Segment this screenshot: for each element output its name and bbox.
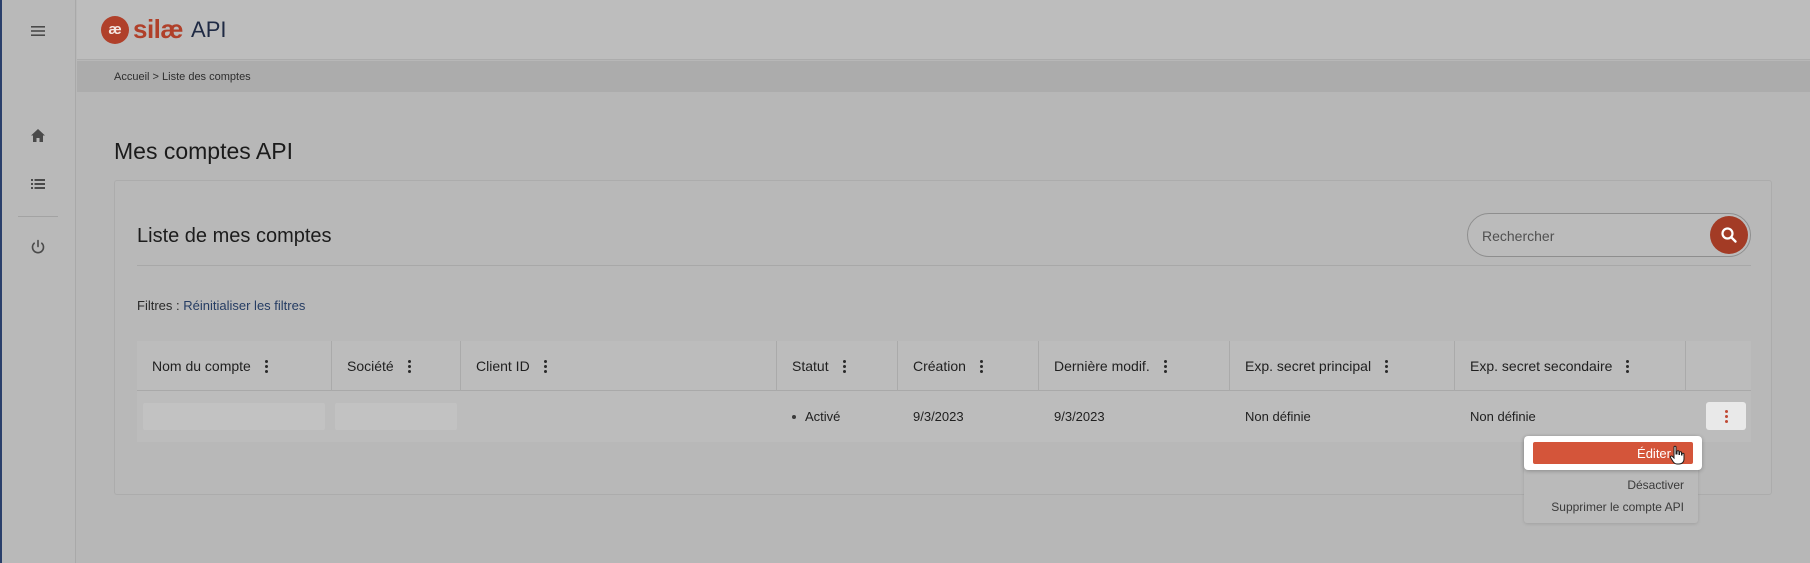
row-actions-button[interactable] bbox=[1706, 402, 1746, 430]
status-text: Activé bbox=[805, 409, 841, 424]
silae-logo[interactable]: æ silæ API bbox=[101, 14, 227, 45]
column-label: Client ID bbox=[476, 358, 530, 374]
column-header-nom-du-compte[interactable]: Nom du compte bbox=[137, 341, 331, 391]
cell-exp-secret-secondaire: Non définie bbox=[1470, 409, 1536, 424]
status-dot bbox=[792, 414, 796, 419]
list-icon[interactable] bbox=[26, 172, 50, 196]
column-label: Statut bbox=[792, 358, 829, 374]
cell-societe bbox=[335, 403, 457, 430]
hamburger-icon[interactable] bbox=[26, 19, 50, 43]
kebab-icon[interactable] bbox=[1163, 359, 1167, 373]
filters: Filtres : Réinitialiser les filtres bbox=[137, 298, 305, 313]
cell-creation: 9/3/2023 bbox=[913, 409, 964, 424]
edit-button[interactable]: Éditer bbox=[1533, 442, 1693, 465]
table-row[interactable]: Activé 9/3/2023 9/3/2023 Non définie Non… bbox=[137, 391, 1751, 442]
reset-filters-link[interactable]: Réinitialiser les filtres bbox=[183, 298, 305, 313]
column-header-statut[interactable]: Statut bbox=[776, 341, 897, 391]
card-divider bbox=[137, 265, 1751, 266]
hand-cursor-icon bbox=[1669, 445, 1685, 465]
edit-item-wrap: Éditer bbox=[1524, 436, 1702, 470]
kebab-icon[interactable] bbox=[842, 359, 846, 373]
column-label: Exp. secret principal bbox=[1245, 358, 1372, 374]
power-icon[interactable] bbox=[26, 235, 50, 259]
breadcrumb-separator: > bbox=[152, 71, 159, 83]
column-label: Nom du compte bbox=[152, 358, 251, 374]
delete-account-item[interactable]: Supprimer le compte API bbox=[1551, 500, 1684, 514]
column-label: Société bbox=[347, 358, 394, 374]
kebab-icon[interactable] bbox=[1626, 359, 1630, 373]
breadcrumb-bar: Accueil > Liste des comptes bbox=[77, 61, 1810, 92]
column-label: Exp. secret secondaire bbox=[1470, 358, 1613, 374]
row-context-menu: Éditer Désactiver Supprimer le compte AP… bbox=[1524, 436, 1702, 523]
column-header-creation[interactable]: Création bbox=[897, 341, 1038, 391]
deactivate-item[interactable]: Désactiver bbox=[1627, 478, 1684, 492]
cell-nom-du-compte bbox=[143, 403, 325, 430]
column-label: Dernière modif. bbox=[1054, 358, 1150, 374]
column-header-societe[interactable]: Société bbox=[331, 341, 460, 391]
column-header-exp-secret-principal[interactable]: Exp. secret principal bbox=[1229, 341, 1454, 391]
logo-suffix: API bbox=[191, 16, 227, 42]
column-header-actions bbox=[1685, 341, 1751, 391]
top-bar: æ silæ API bbox=[77, 0, 1810, 60]
filters-label: Filtres : bbox=[137, 298, 180, 313]
breadcrumb-current: Liste des comptes bbox=[162, 71, 251, 83]
home-icon[interactable] bbox=[26, 124, 50, 148]
search-button[interactable] bbox=[1710, 216, 1748, 254]
column-header-derniere-modif[interactable]: Dernière modif. bbox=[1038, 341, 1229, 391]
left-sidebar bbox=[0, 0, 76, 563]
search-box bbox=[1467, 213, 1751, 257]
cell-exp-secret-principal: Non définie bbox=[1245, 409, 1311, 424]
kebab-icon[interactable] bbox=[264, 359, 268, 373]
sidebar-divider bbox=[18, 216, 58, 217]
column-header-client-id[interactable]: Client ID bbox=[460, 341, 776, 391]
page-title: Mes comptes API bbox=[114, 138, 293, 164]
accounts-table: Nom du compte Société Client ID Statut C… bbox=[137, 341, 1751, 442]
kebab-icon[interactable] bbox=[543, 359, 547, 373]
search-input[interactable] bbox=[1482, 226, 1682, 246]
column-label: Création bbox=[913, 358, 966, 374]
column-header-exp-secret-secondaire[interactable]: Exp. secret secondaire bbox=[1454, 341, 1685, 391]
cell-derniere-modif: 9/3/2023 bbox=[1054, 409, 1105, 424]
cell-statut: Activé bbox=[792, 391, 840, 442]
kebab-icon[interactable] bbox=[407, 359, 411, 373]
card-title: Liste de mes comptes bbox=[137, 225, 332, 247]
breadcrumb-home[interactable]: Accueil bbox=[114, 71, 149, 83]
table-header: Nom du compte Société Client ID Statut C… bbox=[137, 341, 1751, 391]
window-edge bbox=[0, 0, 2, 563]
edit-label: Éditer bbox=[1637, 445, 1671, 461]
search-icon bbox=[1721, 227, 1737, 243]
breadcrumb: Accueil > Liste des comptes bbox=[114, 71, 251, 83]
kebab-icon[interactable] bbox=[1385, 359, 1389, 373]
kebab-icon[interactable] bbox=[979, 359, 983, 373]
logo-mark: æ bbox=[101, 15, 129, 44]
logo-word: silæ bbox=[133, 14, 184, 44]
